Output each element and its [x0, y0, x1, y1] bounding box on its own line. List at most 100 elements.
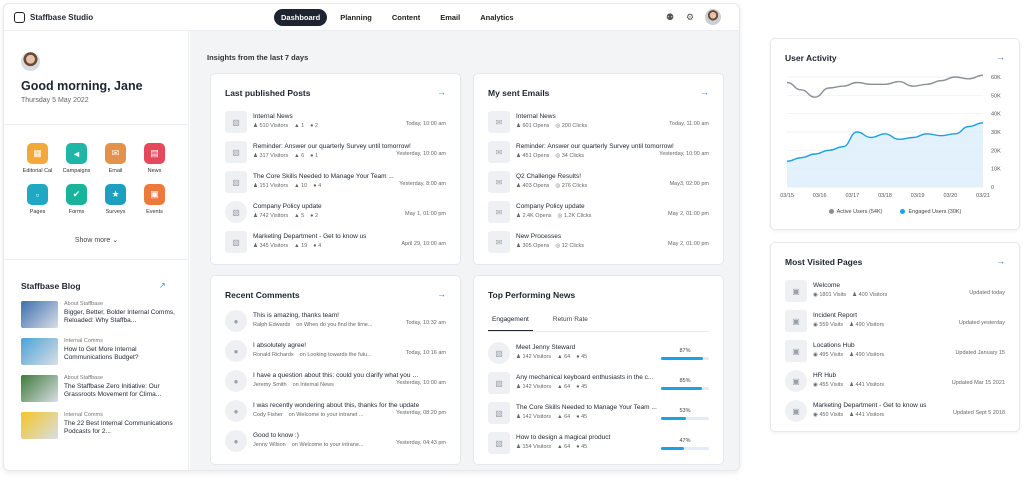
item-title: Incident Report: [813, 312, 858, 319]
comments: ● 2: [310, 213, 318, 219]
list-item[interactable]: ▣ Incident Report ◉ 559 Visits ♟ 490 Visito…: [785, 310, 1005, 340]
tab-return-rate[interactable]: Return Rate: [549, 314, 592, 331]
y-tick-label: 30K: [991, 130, 1001, 136]
logo[interactable]: Staffbase Studio: [14, 11, 93, 23]
progress-fill: [661, 387, 702, 390]
app-tile-events[interactable]: ▣ Events: [135, 184, 174, 215]
comments-card: Recent Comments → ● This is amazing, than…: [210, 275, 461, 465]
clicks: ◎ 276 Clicks: [555, 183, 587, 189]
blog-item[interactable]: About Staffbase The Staffbase Zero Initia…: [21, 375, 181, 412]
divider: [4, 124, 189, 125]
list-item[interactable]: ▧ The Core Skills Needed to Manage Your T…: [488, 402, 709, 432]
arrow-right-icon[interactable]: →: [437, 289, 446, 299]
most-visited-card: Most Visited Pages → ▣ Welcome ◉ 1801 Visi…: [770, 242, 1020, 432]
app-tile-campaigns[interactable]: ◄ Campaigns: [57, 143, 96, 174]
list-item[interactable]: ▣ HR Hub ◉ 455 Visits ♟ 441 Visitors Updated…: [785, 370, 1005, 400]
item-time: Yesterday, 10:00 am: [659, 151, 709, 157]
app-tile-news[interactable]: ▤ News: [135, 143, 174, 174]
divider: [4, 259, 189, 260]
visitors: ♟ 441 Visitors: [849, 412, 884, 418]
blog-item[interactable]: About Staffbase Bigger, Better, Bolder In…: [21, 301, 181, 338]
app-tile-forms[interactable]: ✔ Forms: [57, 184, 96, 215]
likes-value: 64: [564, 384, 571, 390]
list-item[interactable]: ✉ New Processes ♟ 305 Opens ◎ 12 Clicks May …: [488, 231, 709, 261]
app-tile-email[interactable]: ✉ Email: [96, 143, 135, 174]
arrow-right-icon[interactable]: →: [437, 87, 446, 97]
arrow-right-icon[interactable]: →: [700, 87, 709, 97]
app-tile-surveys[interactable]: ★ Surveys: [96, 184, 135, 215]
list-item[interactable]: ▧ Marketing Department - Get to know us ♟ …: [225, 231, 446, 261]
list-item[interactable]: ✉ Q2 Challenge Results! ♟ 403 Opens ◎ 276 C…: [488, 171, 709, 201]
comments-value: 4: [318, 183, 322, 189]
show-more-button[interactable]: Show more ⌄: [4, 236, 189, 244]
visitors-value: 151 Visitors: [259, 183, 289, 189]
list-item[interactable]: ▣ Marketing Department - Get to know us ◉ …: [785, 400, 1005, 430]
clicks-value: 276 Clicks: [561, 183, 588, 189]
user-avatar[interactable]: [705, 9, 721, 25]
item-time: Today, 10:16 am: [405, 350, 446, 356]
item-title: Welcome: [813, 282, 840, 289]
list-item[interactable]: ▧ Meet Jenny Steward ♟ 142 Visitors ▲ 64 ● 4…: [488, 342, 709, 372]
top-news-card: Top Performing News Engagement Return Ra…: [473, 275, 724, 465]
list-item[interactable]: ▣ Welcome ◉ 1801 Visits ♟ 400 Visitors Updat…: [785, 280, 1005, 310]
main-nav: Dashboard Planning Content Email Analyti…: [274, 9, 521, 26]
visitors: ♟ 151 Visitors: [253, 183, 288, 189]
nav-content[interactable]: Content: [385, 9, 427, 26]
arrow-right-icon[interactable]: →: [996, 256, 1005, 266]
likes: ▲ 6: [294, 153, 304, 159]
list-item[interactable]: ✉ Company Policy update ♟ 2.4K Opens ◎ 1.2K…: [488, 201, 709, 231]
gear-icon[interactable]: ⚙: [685, 12, 695, 22]
tab-engagement[interactable]: Engagement: [488, 314, 533, 331]
x-tick-label: 03/21: [976, 193, 990, 199]
context: on Welcome to your intranet ...: [289, 412, 364, 418]
list-item[interactable]: ▧ Company Policy update ♟ 742 Visitors ▲ 5 ●…: [225, 201, 446, 231]
mail-icon: ✉: [105, 143, 126, 164]
visits-value: 450 Visits: [819, 412, 844, 418]
likes-value: 64: [564, 354, 571, 360]
app-tile-editorial-cal[interactable]: ▦ Editorial Cal: [18, 143, 57, 174]
list-item[interactable]: ▧ The Core Skills Needed to Manage Your T…: [225, 171, 446, 201]
app-label: News: [147, 168, 162, 174]
y-tick-label: 50K: [991, 93, 1001, 99]
comments-value: 1: [315, 153, 319, 159]
list-item[interactable]: ● This is amazing, thanks team! Ralph Edw…: [225, 310, 446, 340]
context-value: on Internal News: [292, 382, 334, 388]
main-area: Insights from the last 7 days Last publi…: [190, 31, 739, 470]
list-item[interactable]: ▧ Any mechanical keyboard enthusiasts in …: [488, 372, 709, 402]
list-item[interactable]: ✉ Reminder: Answer our quarterly Survey u…: [488, 141, 709, 171]
opens: ♟ 403 Opens: [516, 183, 549, 189]
item-title: I absolutely agree!: [253, 342, 307, 349]
nav-dashboard[interactable]: Dashboard: [274, 9, 328, 26]
progress-track: [661, 417, 709, 420]
list-item[interactable]: ▧ Reminder: Answer our quarterly Survey u…: [225, 141, 446, 171]
item-time: Updated Mar 15 2021: [951, 380, 1005, 386]
list-item[interactable]: ● Good to know :) Jenny Wilson on Welcome…: [225, 430, 446, 460]
list-item[interactable]: ▧ How to design a magical product ♟ 154 Vi…: [488, 432, 709, 462]
blog-item[interactable]: Internal Comms How to Get More Internal C…: [21, 338, 181, 375]
external-link-icon[interactable]: ↗: [159, 281, 166, 290]
item-time: Today, 10:32 am: [405, 320, 446, 326]
avatar-icon: ●: [225, 340, 247, 362]
blog-item[interactable]: Internal Comms The 22 Best Internal Commu…: [21, 412, 181, 449]
list-item[interactable]: ▣ Locations Hub ◉ 495 Visits ♟ 490 Visitors…: [785, 340, 1005, 370]
users-icon[interactable]: ⚉: [665, 12, 675, 22]
user-activity-chart: 0 10K 20K 30K 40K 50K 60K 03/15 03/16 03/17 03/18 0…: [780, 74, 1001, 199]
list-item[interactable]: ✉ Internal News ♟ 601 Opens ◎ 200 Clicks Tod…: [488, 111, 709, 141]
list-item[interactable]: ● I have a question about this: could you…: [225, 370, 446, 400]
list-item[interactable]: ● I absolutely agree! Ronald Richards on …: [225, 340, 446, 370]
legend-dot: [900, 209, 906, 215]
nav-analytics[interactable]: Analytics: [473, 9, 520, 26]
visitors: ♟ 142 Visitors: [516, 414, 551, 420]
news-thumbnail-icon: ▧: [488, 402, 510, 424]
comments: ● 45: [576, 444, 587, 450]
nav-email[interactable]: Email: [433, 9, 467, 26]
likes: ▲ 64: [557, 384, 570, 390]
blog-thumbnail: [21, 412, 58, 439]
list-item[interactable]: ● I was recently wondering about this, th…: [225, 400, 446, 430]
app-tile-pages[interactable]: ▫ Pages: [18, 184, 57, 215]
nav-planning[interactable]: Planning: [333, 9, 379, 26]
likes-value: 64: [564, 444, 571, 450]
news-thumbnail-icon: ▧: [488, 342, 510, 364]
list-item[interactable]: ▧ Internal News ♟ 510 Visitors ▲ 1 ● 2 Today,…: [225, 111, 446, 141]
engagement-bar: 85%: [661, 378, 709, 390]
